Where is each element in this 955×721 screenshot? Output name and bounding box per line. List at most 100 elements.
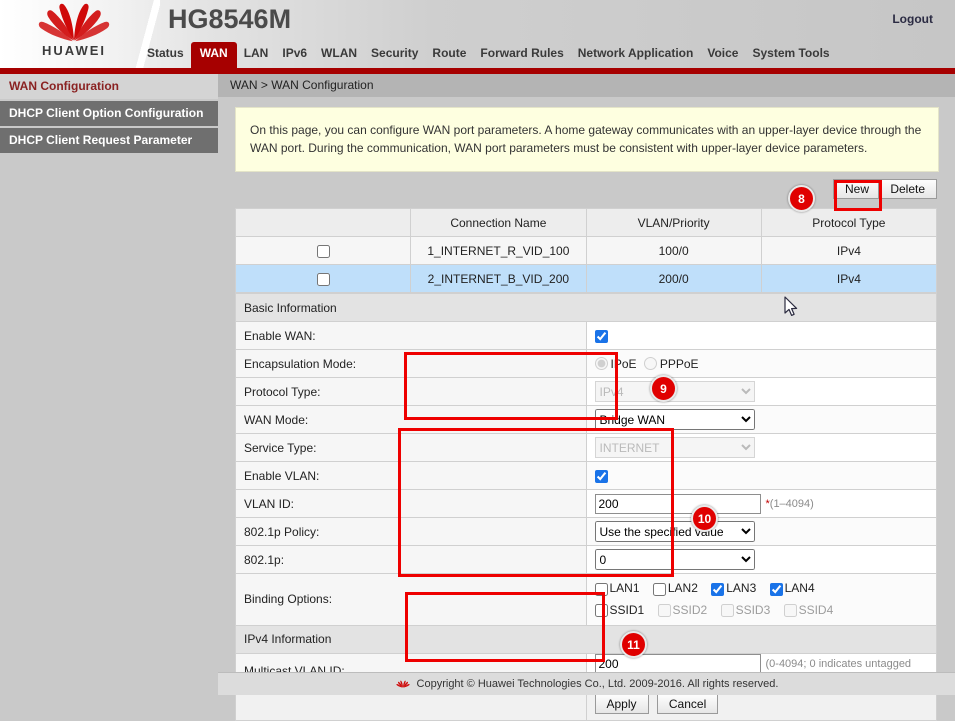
col-select [236,209,411,237]
enable-vlan-checkbox[interactable] [595,470,608,483]
label-binding-options: Binding Options: [236,574,587,626]
sidebar-item-dhcp-client-request[interactable]: DHCP Client Request Parameter [0,128,218,155]
row-enable-vlan: Enable VLAN: [236,462,937,490]
vlan-id-input[interactable] [595,494,761,514]
label-enable-vlan: Enable VLAN: [236,462,587,490]
field-8021p[interactable]: 0 [586,546,937,574]
nav-item-route[interactable]: Route [425,42,473,66]
label-encapsulation-mode: Encapsulation Mode: [236,350,587,378]
encapsulation-radio-ipoe[interactable] [595,357,608,370]
binding-checkbox-ssid4[interactable] [784,604,797,617]
field-protocol-type[interactable]: IPv4 [586,378,937,406]
nav-item-ipv6[interactable]: IPv6 [275,42,314,66]
label-protocol-type: Protocol Type: [236,378,587,406]
label-service-type: Service Type: [236,434,587,462]
cancel-button[interactable]: Cancel [657,694,718,714]
binding-checkbox-lan2[interactable] [653,583,666,596]
8021p-policy-select[interactable]: Use the specified value [595,521,755,542]
new-button[interactable]: New [833,179,881,199]
section-title-basic-information: Basic Information [236,294,937,322]
huawei-flower-icon [31,2,117,42]
service-type-select[interactable]: INTERNET [595,437,755,458]
protocol-type-select[interactable]: IPv4 [595,381,755,402]
logout-button[interactable]: Logout [892,12,933,26]
field-binding-options: LAN1 LAN2 LAN3 LAN4 SSID1 SSID2 SSID3 SS… [586,574,937,626]
encapsulation-label-ipoe: IPoE [611,357,637,371]
binding-option-ssid1[interactable]: SSID1 [595,603,645,617]
binding-checkbox-lan1[interactable] [595,583,608,596]
delete-button[interactable]: Delete [878,179,937,199]
wan-configuration-panel: On this page, you can configure WAN port… [235,107,937,721]
field-wan-mode[interactable]: Bridge WAN [586,406,937,434]
binding-ssid-row: SSID1 SSID2 SSID3 SSID4 [595,599,929,620]
label-8021p: 802.1p: [236,546,587,574]
sidebar-item-wan-configuration[interactable]: WAN Configuration [0,74,218,101]
label-8021p-policy: 802.1p Policy: [236,518,587,546]
nav-item-wan[interactable]: WAN [191,42,237,68]
binding-label-lan3: LAN3 [726,581,756,595]
nav-item-voice[interactable]: Voice [700,42,745,66]
row-checkbox-cell[interactable] [236,265,411,293]
binding-option-lan3[interactable]: LAN3 [711,581,756,595]
binding-checkbox-ssid3[interactable] [721,604,734,617]
section-header-basic-information: Basic Information [236,294,937,322]
connection-table-header: Connection Name VLAN/Priority Protocol T… [236,209,937,237]
encapsulation-radio-pppoe[interactable] [644,357,657,370]
binding-option-ssid2[interactable]: SSID2 [658,603,708,617]
row-service-type: Service Type: INTERNET [236,434,937,462]
binding-label-ssid1: SSID1 [610,603,645,617]
row-protocol-type: Protocol Type: IPv4 [236,378,937,406]
row-vlan-id: VLAN ID: *(1–4094) [236,490,937,518]
binding-checkbox-ssid1[interactable] [595,604,608,617]
sidebar: WAN Configuration DHCP Client Option Con… [0,74,218,674]
enable-wan-checkbox[interactable] [595,330,608,343]
content-area: WAN > WAN Configuration On this page, yo… [218,74,955,672]
binding-checkbox-ssid2[interactable] [658,604,671,617]
col-connection-name: Connection Name [411,209,586,237]
field-service-type[interactable]: INTERNET [586,434,937,462]
row-encapsulation-mode: Encapsulation Mode: IPoE PPPoE [236,350,937,378]
table-row[interactable]: 2_INTERNET_B_VID_200 200/0 IPv4 [236,265,937,293]
row-select-checkbox[interactable] [317,245,330,258]
binding-label-ssid3: SSID3 [736,603,771,617]
row-wan-mode: WAN Mode: Bridge WAN [236,406,937,434]
encapsulation-label-pppoe: PPPoE [660,357,699,371]
nav-item-system-tools[interactable]: System Tools [745,42,836,66]
nav-item-forward-rules[interactable]: Forward Rules [473,42,570,66]
binding-option-ssid4[interactable]: SSID4 [784,603,834,617]
huawei-logo: HUAWEI [14,2,134,64]
field-encapsulation-mode[interactable]: IPoE PPPoE [586,350,937,378]
nav-item-status[interactable]: Status [140,42,191,66]
multicast-vlan-id-input[interactable] [595,654,761,674]
binding-option-lan4[interactable]: LAN4 [770,581,815,595]
binding-lan-row: LAN1 LAN2 LAN3 LAN4 [595,578,929,599]
field-8021p-policy[interactable]: Use the specified value [586,518,937,546]
binding-checkbox-lan4[interactable] [770,583,783,596]
nav-item-network-application[interactable]: Network Application [571,42,701,66]
binding-label-lan1: LAN1 [610,581,640,595]
binding-checkbox-lan3[interactable] [711,583,724,596]
table-row[interactable]: 1_INTERNET_R_VID_100 100/0 IPv4 [236,237,937,265]
binding-option-lan2[interactable]: LAN2 [653,581,698,595]
field-enable-wan[interactable] [586,322,937,350]
apply-button[interactable]: Apply [595,694,649,714]
col-protocol-type: Protocol Type [761,209,936,237]
nav-item-lan[interactable]: LAN [237,42,276,66]
field-enable-vlan[interactable] [586,462,937,490]
binding-option-lan1[interactable]: LAN1 [595,581,640,595]
huawei-footer-icon [395,678,411,690]
wan-mode-select[interactable]: Bridge WAN [595,409,755,430]
main-nav: Status WAN LAN IPv6 WLAN Security Route … [140,42,837,68]
vlan-id-range: (1–4094) [770,498,814,510]
8021p-select[interactable]: 0 [595,549,755,570]
field-vlan-id[interactable]: *(1–4094) [586,490,937,518]
binding-option-ssid3[interactable]: SSID3 [721,603,771,617]
row-checkbox-cell[interactable] [236,237,411,265]
nav-item-security[interactable]: Security [364,42,425,66]
row-select-checkbox[interactable] [317,273,330,286]
page-notice: On this page, you can configure WAN port… [235,107,939,172]
new-button-wrap: New [833,179,881,199]
huawei-wordmark: HUAWEI [14,43,134,58]
nav-item-wlan[interactable]: WLAN [314,42,364,66]
sidebar-item-dhcp-client-option[interactable]: DHCP Client Option Configuration [0,101,218,128]
